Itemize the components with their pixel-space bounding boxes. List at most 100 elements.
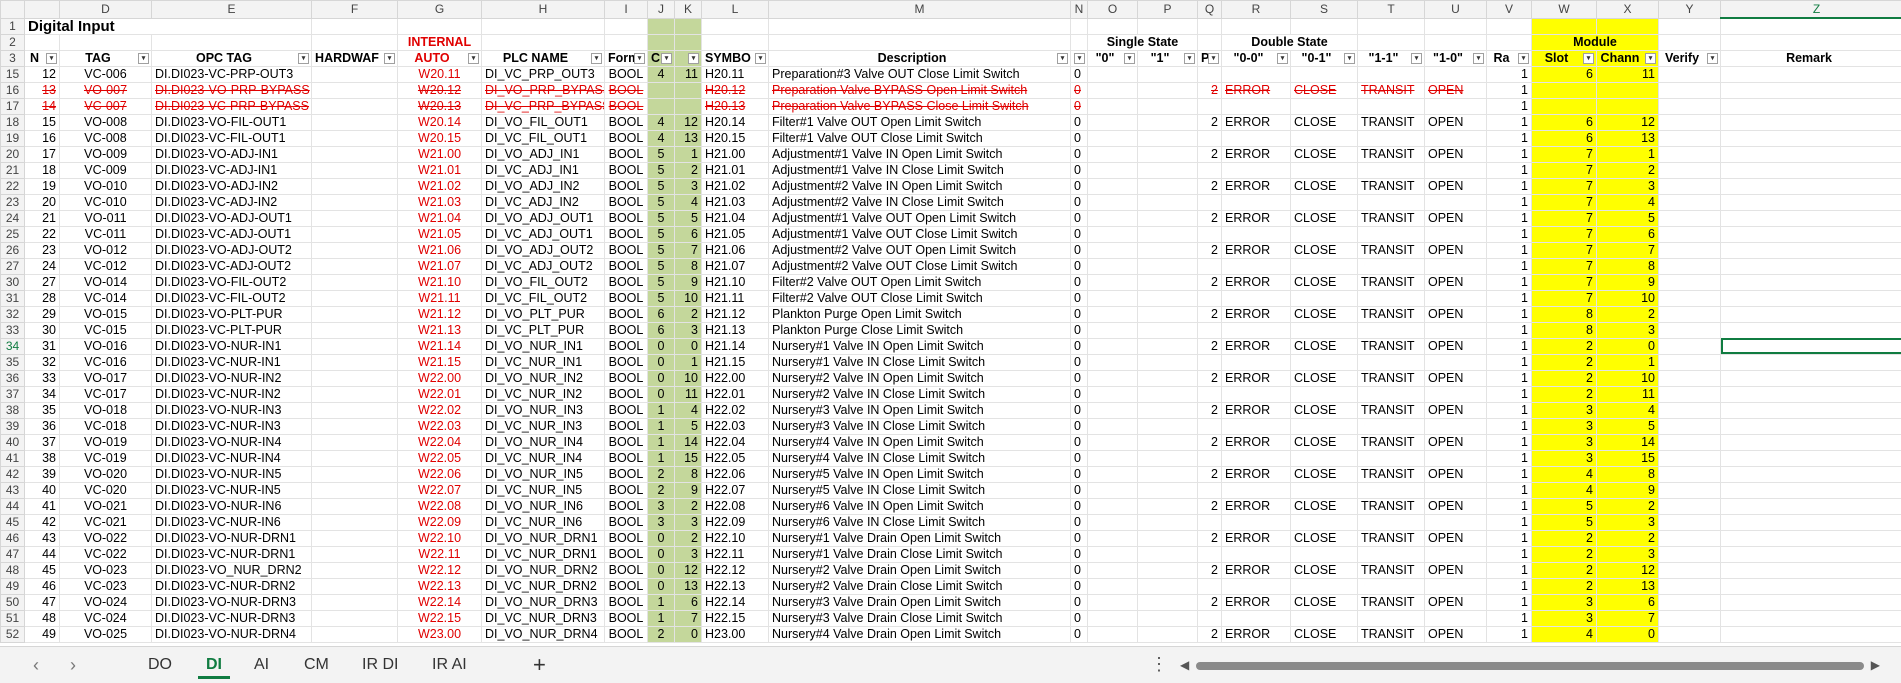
cell-ch[interactable]: 6 xyxy=(1596,593,1659,611)
cell-o[interactable] xyxy=(1087,465,1138,483)
cell-plc[interactable]: DI_VC_NUR_IN1 xyxy=(481,353,605,371)
row-number[interactable]: 27 xyxy=(0,257,25,275)
cell-no[interactable]: 29 xyxy=(24,305,60,323)
cell-ch[interactable]: 9 xyxy=(1596,481,1659,499)
cell-verify[interactable] xyxy=(1658,625,1721,643)
cell-o[interactable] xyxy=(1087,129,1138,147)
cell-q[interactable] xyxy=(1197,289,1222,307)
cell-desc[interactable]: Preparation Valve BYPASS Close Limit Swi… xyxy=(768,97,1071,115)
cell-slot[interactable] xyxy=(1531,97,1597,115)
cell-remark[interactable] xyxy=(1720,449,1901,467)
header-state-1[interactable]: "1" ▾ xyxy=(1137,49,1198,67)
cell-plc[interactable]: DI_VC_ADJ_IN1 xyxy=(481,161,605,179)
column-header[interactable] xyxy=(24,0,60,19)
cell-no[interactable]: 14 xyxy=(24,97,60,115)
cell-tag[interactable]: VC-023 xyxy=(59,577,152,595)
cell-verify[interactable] xyxy=(1658,609,1721,627)
cell-auto[interactable]: W22.13 xyxy=(397,577,482,595)
cell-auto[interactable]: W20.11 xyxy=(397,65,482,83)
cell-t[interactable] xyxy=(1357,481,1425,499)
filter-dropdown-icon[interactable]: ▾ xyxy=(661,52,672,64)
cell-t[interactable] xyxy=(1357,289,1425,307)
cell-ch[interactable]: 3 xyxy=(1596,545,1659,563)
cell-c[interactable]: 2 xyxy=(647,625,675,643)
cell-q[interactable] xyxy=(1197,545,1222,563)
cell-slot[interactable]: 7 xyxy=(1531,145,1597,163)
row-number[interactable]: 33 xyxy=(0,321,25,339)
cell-s[interactable] xyxy=(1290,481,1358,499)
cell-tag[interactable]: VO-017 xyxy=(59,369,152,387)
row-number[interactable]: 47 xyxy=(0,545,25,563)
cell-verify[interactable] xyxy=(1658,433,1721,451)
cell-r[interactable] xyxy=(1221,161,1291,179)
cell-ch[interactable]: 0 xyxy=(1596,337,1659,355)
cell-desc[interactable]: Adjustment#2 Valve OUT Close Limit Switc… xyxy=(768,257,1071,275)
header-symbol[interactable]: SYMBO ▾ xyxy=(701,49,769,67)
row-number[interactable]: 44 xyxy=(0,497,25,515)
cell-k[interactable]: 7 xyxy=(674,609,702,627)
cell-plc[interactable]: DI_VC_NUR_DRN2 xyxy=(481,577,605,595)
cell-c[interactable]: 5 xyxy=(647,273,675,291)
cell-u[interactable]: OPEN xyxy=(1424,529,1487,547)
tab-ai[interactable]: AI xyxy=(246,651,277,679)
scroll-right-arrow-icon[interactable]: ▶ xyxy=(1871,658,1880,672)
row-number[interactable]: 46 xyxy=(0,529,25,547)
cell-verify[interactable] xyxy=(1658,97,1721,115)
cell-plc[interactable]: DI_VO_ADJ_IN1 xyxy=(481,145,605,163)
cell-fmt[interactable]: BOOL xyxy=(604,497,648,515)
cell-v[interactable]: 1 xyxy=(1486,353,1532,371)
cell-v[interactable]: 1 xyxy=(1486,401,1532,419)
cell-slot[interactable]: 7 xyxy=(1531,273,1597,291)
cell-q[interactable]: 2 xyxy=(1197,337,1222,355)
cell-s[interactable]: CLOSE xyxy=(1290,273,1358,291)
cell-c[interactable]: 5 xyxy=(647,209,675,227)
cell-n[interactable]: 0 xyxy=(1070,209,1088,227)
cell-sym[interactable]: H21.13 xyxy=(701,321,769,339)
cell-fmt[interactable]: BOOL xyxy=(604,449,648,467)
cell-n[interactable]: 0 xyxy=(1070,577,1088,595)
cell-t[interactable]: TRANSIT xyxy=(1357,273,1425,291)
cell-o[interactable] xyxy=(1087,289,1138,307)
cell-fmt[interactable]: BOOL xyxy=(604,289,648,307)
cell-slot[interactable]: 7 xyxy=(1531,257,1597,275)
cell-no[interactable]: 17 xyxy=(24,145,60,163)
cell-hw[interactable] xyxy=(311,337,398,355)
cell-desc[interactable]: Nursery#2 Valve Drain Open Limit Switch xyxy=(768,561,1071,579)
cell-n[interactable]: 0 xyxy=(1070,561,1088,579)
cell-ch[interactable]: 12 xyxy=(1596,561,1659,579)
cell-u[interactable] xyxy=(1424,65,1487,83)
cell-plc[interactable]: DI_VC_PLT_PUR xyxy=(481,321,605,339)
cell-c[interactable]: 2 xyxy=(647,481,675,499)
cell-t[interactable] xyxy=(1357,65,1425,83)
cell-k[interactable]: 11 xyxy=(674,65,702,83)
cell-tag[interactable]: VC-010 xyxy=(59,193,152,211)
cell-o[interactable] xyxy=(1087,177,1138,195)
cell-auto[interactable]: W20.12 xyxy=(397,81,482,99)
cell-o[interactable] xyxy=(1087,369,1138,387)
cell-q[interactable]: 2 xyxy=(1197,209,1222,227)
cell-desc[interactable]: Adjustment#2 Valve OUT Open Limit Switch xyxy=(768,241,1071,259)
filter-dropdown-icon[interactable]: ▾ xyxy=(591,52,602,64)
header-tag[interactable]: TAG ▾ xyxy=(59,49,152,67)
cell-u[interactable]: OPEN xyxy=(1424,337,1487,355)
cell-desc[interactable]: Nursery#3 Valve Drain Close Limit Switch xyxy=(768,609,1071,627)
cell-ch[interactable]: 13 xyxy=(1596,129,1659,147)
cell-no[interactable]: 20 xyxy=(24,193,60,211)
cell-remark[interactable] xyxy=(1720,241,1901,259)
cell-slot[interactable]: 3 xyxy=(1531,401,1597,419)
cell-v[interactable]: 1 xyxy=(1486,177,1532,195)
cell-verify[interactable] xyxy=(1658,401,1721,419)
cell-no[interactable]: 22 xyxy=(24,225,60,243)
cell-hw[interactable] xyxy=(311,145,398,163)
cell-c[interactable]: 5 xyxy=(647,289,675,307)
cell-u[interactable]: OPEN xyxy=(1424,241,1487,259)
column-header[interactable]: N xyxy=(1070,0,1088,19)
cell-v[interactable]: 1 xyxy=(1486,225,1532,243)
cell-remark[interactable] xyxy=(1720,465,1901,483)
cell-desc[interactable]: Adjustment#1 Valve IN Open Limit Switch xyxy=(768,145,1071,163)
cell-auto[interactable]: W20.14 xyxy=(397,113,482,131)
cell-tag[interactable]: VO-022 xyxy=(59,529,152,547)
cell-tag[interactable]: VO-012 xyxy=(59,241,152,259)
cell-v[interactable]: 1 xyxy=(1486,289,1532,307)
cell-sym[interactable]: H21.03 xyxy=(701,193,769,211)
